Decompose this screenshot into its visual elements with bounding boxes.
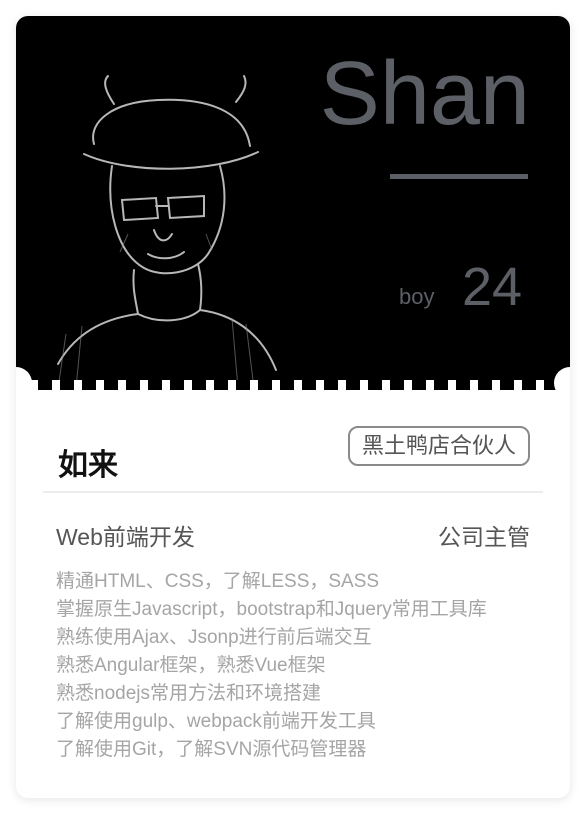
- ticket-perforation: [16, 380, 570, 390]
- skill-item: 了解使用Git，了解SVN源代码管理器: [56, 739, 367, 760]
- skill-item: 了解使用gulp、webpack前端开发工具: [56, 711, 376, 732]
- skills-list: 精通HTML、CSS，了解LESS，SASS 掌握原生Javascript，bo…: [56, 568, 487, 764]
- name-underline: [390, 174, 528, 179]
- profile-nickname: 如来: [58, 449, 118, 482]
- profile-role: Web前端开发: [56, 524, 195, 550]
- profile-card: Shan boy 24 如来 黑土鸭店合伙人 Web前端开发 公司主管 精通HT…: [16, 16, 570, 798]
- skill-item: 精通HTML、CSS，了解LESS，SASS: [56, 571, 380, 592]
- profile-hero: Shan boy 24: [16, 16, 570, 389]
- profile-tag-badge: 黑土鸭店合伙人: [347, 426, 530, 466]
- profile-position: 公司主管: [438, 524, 530, 550]
- skill-item: 熟悉nodejs常用方法和环境搭建: [56, 683, 321, 704]
- skill-item: 熟悉Angular框架，熟悉Vue框架: [56, 655, 326, 676]
- profile-gender: boy: [399, 284, 435, 309]
- portrait-image: [57, 75, 277, 389]
- skill-item: 熟练使用Ajax、Jsonp进行前后端交互: [56, 627, 372, 648]
- profile-name: Shan: [319, 44, 530, 144]
- skill-item: 掌握原生Javascript，bootstrap和Jquery常用工具库: [56, 599, 487, 620]
- profile-age: 24: [462, 257, 523, 317]
- section-divider: [43, 491, 543, 493]
